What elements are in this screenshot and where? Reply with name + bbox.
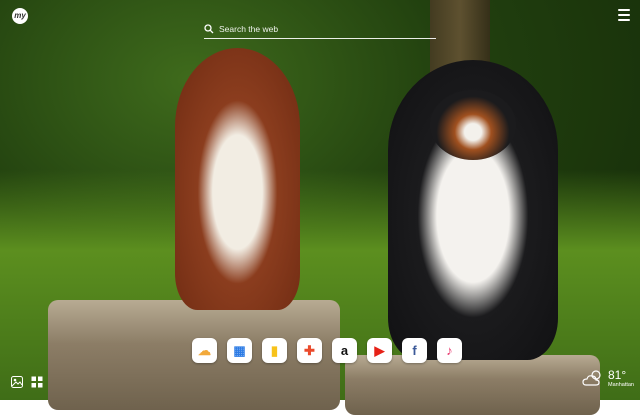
widgets-icon[interactable]	[31, 376, 43, 388]
amazon-icon[interactable]: a	[332, 338, 357, 363]
weather-widget[interactable]: 81° Manhattan	[582, 369, 634, 389]
search-bar[interactable]	[204, 20, 436, 39]
red-merle-dog	[175, 48, 300, 310]
puzzle-app-icon[interactable]: ✚	[297, 338, 322, 363]
bookmark-app-icon[interactable]: ▮	[262, 338, 287, 363]
apps-grid-icon[interactable]: ▦	[227, 338, 252, 363]
hamburger-menu-icon[interactable]	[618, 9, 630, 21]
facebook-icon[interactable]: f	[402, 338, 427, 363]
search-icon	[204, 24, 214, 34]
tree-stump-right	[345, 355, 600, 415]
weather-city: Manhattan	[608, 382, 634, 388]
photo-icon[interactable]	[11, 376, 23, 388]
bottom-left-controls	[11, 376, 43, 388]
app-logo[interactable]: my	[12, 8, 28, 24]
music-icon[interactable]: ♪	[437, 338, 462, 363]
weather-temperature: 81°	[608, 368, 627, 382]
weather-app-icon[interactable]: ☁	[192, 338, 217, 363]
tricolor-dog	[388, 60, 558, 360]
partly-cloudy-icon	[582, 370, 601, 386]
app-dock: ☁ ▦ ▮ ✚ a ▶ f ♪	[192, 338, 462, 363]
search-input[interactable]	[219, 24, 419, 34]
youtube-icon[interactable]: ▶	[367, 338, 392, 363]
